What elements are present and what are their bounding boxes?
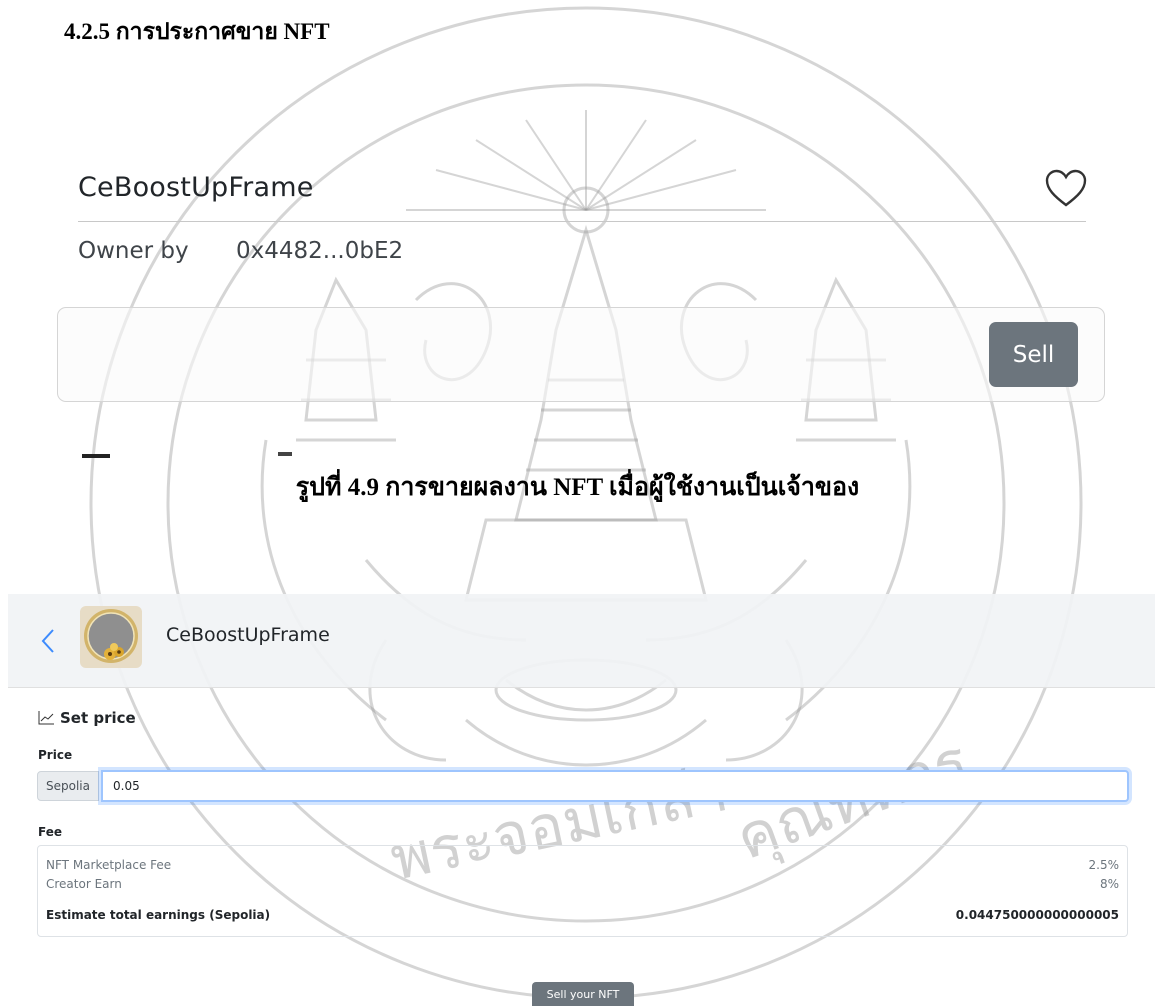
nft-thumbnail	[80, 606, 142, 668]
owner-address[interactable]: 0x4482...0bE2	[236, 238, 403, 264]
nft-title: CeBoostUpFrame	[78, 172, 314, 203]
heart-icon[interactable]	[1044, 168, 1088, 208]
fee-summary: NFT Marketplace Fee 2.5% Creator Earn 8%…	[37, 845, 1128, 937]
cropped-text-fragment	[82, 452, 292, 458]
total-earnings-value: 0.044750000000000005	[955, 908, 1119, 922]
set-price-label: Set price	[60, 709, 136, 727]
nft-name: CeBoostUpFrame	[166, 624, 330, 646]
fee-name: Creator Earn	[46, 877, 122, 891]
title-divider	[78, 221, 1086, 222]
price-label: Price	[38, 748, 73, 762]
fee-row-creator: Creator Earn 8%	[46, 877, 1119, 891]
sell-button[interactable]: Sell	[989, 322, 1078, 387]
fee-name: NFT Marketplace Fee	[46, 858, 172, 872]
fee-label: Fee	[38, 825, 62, 839]
currency-addon: Sepolia	[37, 771, 99, 801]
line-chart-icon	[38, 711, 54, 725]
price-input[interactable]	[101, 770, 1129, 802]
fee-value: 2.5%	[1088, 858, 1120, 872]
chevron-left-icon[interactable]	[40, 628, 56, 654]
fee-value: 8%	[1099, 877, 1119, 891]
section-heading: 4.2.5 การประกาศขาย NFT	[64, 19, 330, 44]
total-earnings-label: Estimate total earnings (Sepolia)	[46, 908, 271, 922]
owner-label: Owner by	[78, 238, 189, 264]
set-price-heading: Set price	[38, 709, 136, 727]
sell-panel	[57, 307, 1105, 402]
figure-caption: รูปที่ 4.9 การขายผลงาน NFT เมื่อผู้ใช้งา…	[295, 474, 860, 501]
sell-your-nft-button[interactable]: Sell your NFT	[532, 982, 634, 1006]
fee-row-marketplace: NFT Marketplace Fee 2.5%	[46, 858, 1119, 872]
total-earnings-row: Estimate total earnings (Sepolia) 0.0447…	[46, 908, 1119, 922]
